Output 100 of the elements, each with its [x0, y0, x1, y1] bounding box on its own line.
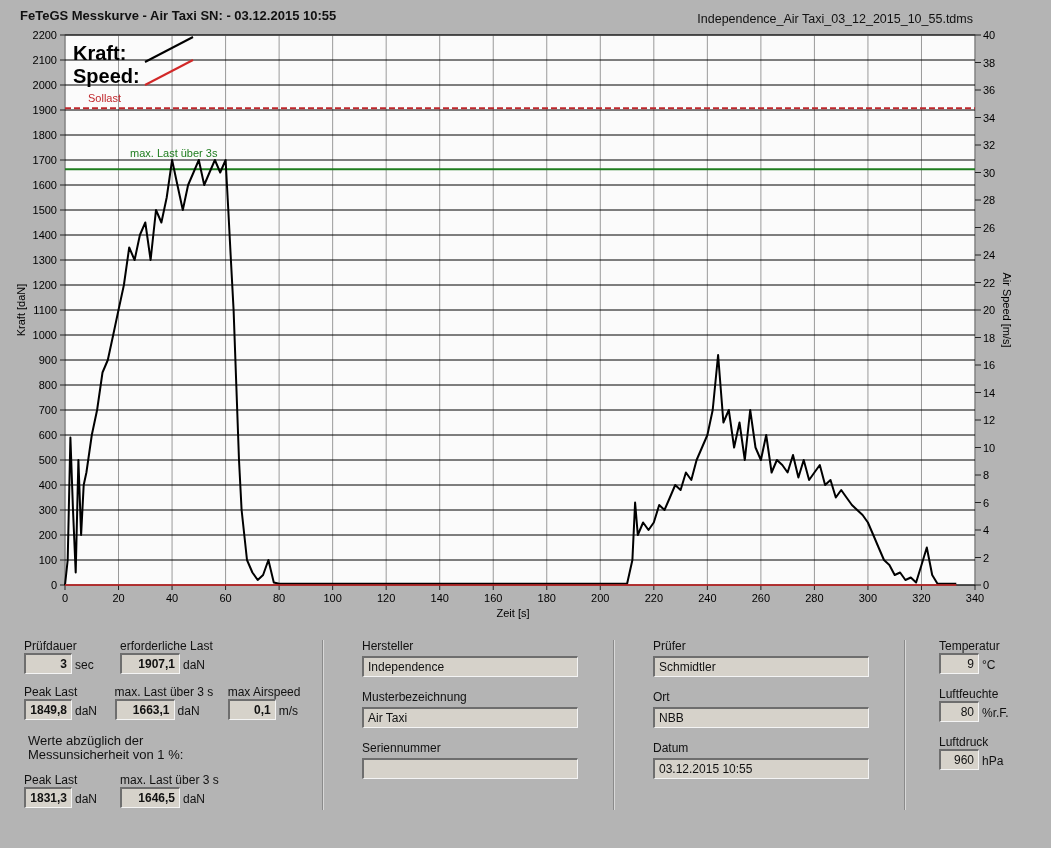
unit-label: °C	[981, 657, 996, 674]
axis-tick-label: 400	[38, 479, 57, 491]
reference-line-label: max. Last über 3s	[130, 147, 218, 160]
legend-line-icon	[144, 59, 194, 86]
axis-tick-label: 1800	[32, 129, 57, 141]
axis-tick-label: 200	[38, 529, 57, 541]
axis-tick-label: 120	[377, 592, 396, 604]
axis-tick-label: 1900	[32, 104, 57, 116]
axis-tick-label: 300	[858, 592, 878, 604]
note-text: Werte abzüglich der Messunsicherheit von 1 %:	[27, 734, 185, 762]
axis-tick-label: 1700	[32, 154, 57, 166]
readout-field: 1907,1	[120, 653, 180, 674]
field-label: Luftfeuchte	[939, 688, 1000, 701]
legend-label: Speed:	[73, 65, 140, 87]
axis-title: Kraft [daN]	[15, 283, 27, 337]
axis-tick-label: 1500	[32, 204, 57, 216]
field-label: Seriennummer	[362, 742, 442, 755]
field-label: max Airspeed	[227, 686, 302, 699]
axis-tick-label: 20	[983, 304, 996, 316]
window-title: FeTeGS Messkurve - Air Taxi SN: - 03.12.2015 10:55	[20, 7, 337, 25]
axis-tick-label: 320	[912, 592, 931, 604]
axis-tick-label: 32	[983, 139, 996, 151]
axis-tick-label: 1300	[32, 254, 57, 266]
field-label: Datum	[653, 742, 690, 755]
axis-tick-label: 26	[983, 221, 996, 234]
unit-label: daN	[74, 791, 97, 808]
field-label: Luftdruck	[939, 736, 990, 749]
axis-tick-label: 34	[983, 111, 996, 124]
unit-label: %r.F.	[981, 705, 1009, 722]
readout-field: 1646,5	[120, 787, 180, 808]
axis-tick-label: 600	[38, 429, 57, 441]
axis-tick-label: 220	[644, 592, 663, 604]
axis-tick-label: 140	[430, 592, 449, 604]
field-label: Hersteller	[362, 640, 415, 653]
legend-label: Kraft:	[73, 42, 127, 64]
readout-field: 1831,3	[24, 787, 72, 808]
unit-label: daN	[74, 703, 97, 720]
axis-tick-label: 40	[983, 30, 996, 41]
field-label: Musterbezeichnung	[362, 691, 468, 704]
axis-tick-label: 2	[983, 551, 990, 564]
axis-tick-label: 20	[112, 592, 125, 604]
unit-label: daN	[176, 703, 200, 720]
axis-tick-label: 1600	[32, 179, 57, 191]
axis-tick-label: 1100	[33, 304, 57, 316]
axis-tick-label: 1000	[32, 329, 57, 341]
field-label: Prüfer	[653, 640, 687, 653]
axis-tick-label: 260	[751, 592, 771, 604]
axis-tick-label: 36	[983, 84, 996, 96]
axis-tick-label: 1400	[32, 229, 57, 241]
readout-field: 960	[939, 749, 979, 770]
axis-tick-label: 100	[38, 554, 57, 566]
axis-tick-label: 80	[273, 592, 286, 604]
field-label: Temperatur	[939, 640, 1001, 653]
axis-tick-label: 12	[983, 414, 996, 426]
axis-tick-label: 500	[38, 454, 57, 466]
readout-field: 0,1	[227, 699, 276, 720]
axis-tick-label: 8	[983, 469, 990, 481]
axis-tick-label: 2200	[32, 30, 57, 41]
axis-tick-label: 28	[983, 194, 996, 206]
axis-tick-label: 240	[698, 592, 717, 604]
axis-tick-label: 10	[983, 441, 996, 454]
axis-title: Zeit [s]	[496, 607, 530, 619]
axis-tick-label: 24	[983, 249, 996, 261]
field-label: Ort	[653, 691, 671, 704]
field-label: Prüfdauer	[24, 640, 78, 653]
axis-tick-label: 900	[38, 354, 57, 366]
field-label: Peak Last	[24, 686, 79, 699]
axis-tick-label: 2000	[32, 79, 57, 91]
field-label: max. Last über 3 s	[120, 774, 220, 787]
axis-tick-label: 18	[983, 331, 996, 344]
axis-tick-label: 300	[38, 504, 57, 516]
readout-field: 9	[939, 653, 979, 674]
field-label: Peak Last	[24, 774, 79, 787]
axis-tick-label: 16	[983, 359, 996, 371]
reference-line-label: Sollast	[88, 92, 122, 105]
axis-tick-label: 280	[805, 592, 824, 604]
unit-label: hPa	[981, 753, 1004, 770]
axis-tick-label: 60	[219, 592, 232, 604]
axis-tick-label: 700	[38, 404, 57, 416]
axis-tick-label: 100	[323, 592, 342, 604]
axis-tick-label: 0	[61, 592, 69, 604]
axis-tick-label: 6	[983, 496, 990, 509]
axis-tick-label: 200	[591, 592, 610, 604]
file-name: Independence_Air Taxi_03_12_2015_10_55.tdms	[697, 11, 973, 28]
readout-field: 1849,8	[24, 699, 72, 720]
field-label: max. Last über 3 s	[114, 686, 215, 699]
axis-tick-label: 2100	[32, 54, 57, 66]
axis-tick-label: 4	[983, 524, 990, 536]
readout-field: 80	[939, 701, 979, 722]
axis-tick-label: 1200	[32, 279, 57, 291]
axis-tick-label: 40	[165, 592, 179, 604]
readout-field: 3	[24, 653, 72, 674]
axis-tick-label: 180	[537, 592, 556, 604]
axis-tick-label: 14	[983, 386, 996, 399]
axis-tick-label: 340	[965, 592, 985, 604]
axis-title: Air Speed [m/s]	[1001, 272, 1013, 348]
axis-tick-label: 0	[983, 579, 990, 591]
axis-tick-label: 0	[50, 579, 57, 591]
axis-tick-label: 160	[484, 592, 503, 604]
axis-tick-label: 800	[38, 379, 57, 391]
